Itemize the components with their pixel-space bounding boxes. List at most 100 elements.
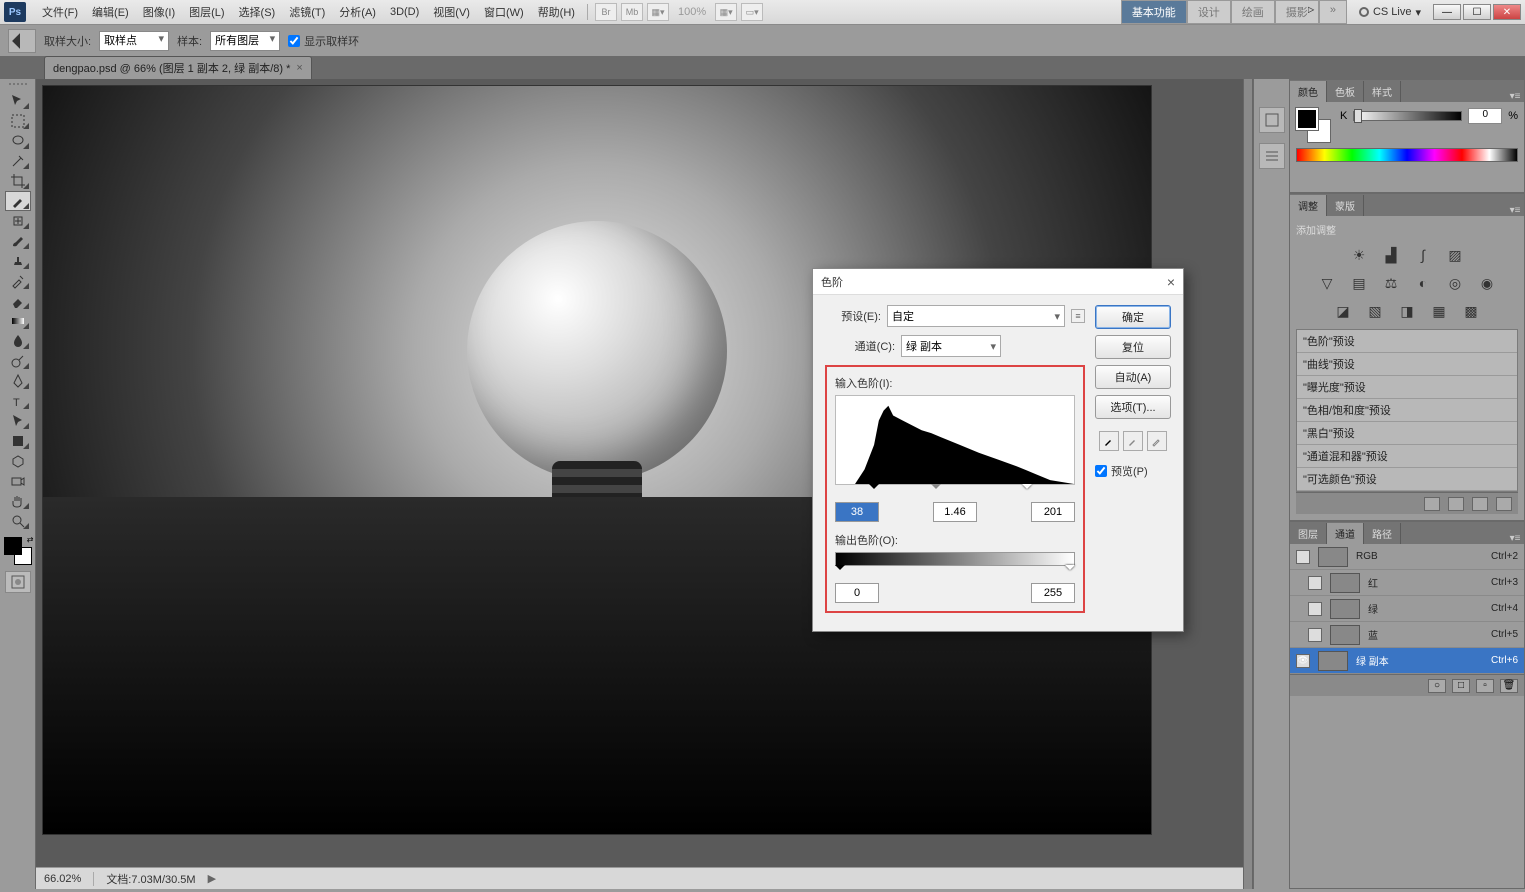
panel-menu-icon[interactable]: ▾≡ — [1506, 533, 1524, 544]
menu-image[interactable]: 图像(I) — [137, 2, 181, 22]
k-slider[interactable] — [1353, 111, 1462, 121]
photo-filter-icon[interactable]: ◎ — [1444, 273, 1466, 293]
3d-tool[interactable] — [5, 451, 31, 471]
document-tab[interactable]: dengpao.psd @ 66% (图层 1 副本 2, 绿 副本/8) * … — [44, 56, 312, 79]
channel-mixer-icon[interactable]: ◉ — [1476, 273, 1498, 293]
marquee-tool[interactable] — [5, 111, 31, 131]
close-tab-icon[interactable]: × — [296, 62, 302, 74]
menu-3d[interactable]: 3D(D) — [384, 4, 425, 20]
launch-bridge-button[interactable]: Br — [595, 3, 617, 21]
return-to-list-icon[interactable] — [1424, 497, 1440, 511]
sample-layers-select[interactable]: 所有图层 — [210, 31, 280, 51]
histogram[interactable] — [835, 395, 1075, 485]
menu-select[interactable]: 选择(S) — [233, 2, 282, 22]
k-value-input[interactable]: 0 — [1468, 108, 1502, 124]
menu-window[interactable]: 窗口(W) — [478, 2, 530, 22]
levels-icon[interactable]: ▟ — [1380, 245, 1402, 265]
channel-blue[interactable]: 蓝 Ctrl+5 — [1290, 622, 1524, 648]
zoom-tool[interactable] — [5, 511, 31, 531]
invert-icon[interactable]: ◪ — [1332, 301, 1354, 321]
brush-tool[interactable] — [5, 231, 31, 251]
output-white-slider[interactable] — [1065, 565, 1075, 575]
output-slider-track[interactable] — [835, 565, 1075, 579]
visibility-toggle[interactable] — [1308, 628, 1322, 642]
tool-preset-picker[interactable] — [8, 29, 36, 53]
threshold-icon[interactable]: ◨ — [1396, 301, 1418, 321]
delete-channel-icon[interactable]: 🗑 — [1500, 679, 1518, 693]
blur-tool[interactable] — [5, 331, 31, 351]
tab-swatches[interactable]: 色板 — [1327, 81, 1364, 102]
menu-layer[interactable]: 图层(L) — [183, 2, 230, 22]
history-brush-tool[interactable] — [5, 271, 31, 291]
reset-button[interactable]: 复位 — [1095, 335, 1171, 359]
auto-button[interactable]: 自动(A) — [1095, 365, 1171, 389]
status-menu-icon[interactable]: ▶ — [208, 872, 216, 885]
clone-stamp-tool[interactable] — [5, 251, 31, 271]
menu-edit[interactable]: 编辑(E) — [86, 2, 135, 22]
foreground-color[interactable] — [4, 537, 22, 555]
actions-panel-icon[interactable] — [1259, 143, 1285, 169]
trash-icon[interactable] — [1496, 497, 1512, 511]
output-black-value[interactable]: 0 — [835, 583, 879, 603]
status-docinfo[interactable]: 文档:7.03M/30.5M — [106, 871, 195, 887]
view-extras-button[interactable]: ▦▾ — [647, 3, 669, 21]
gray-eyedropper[interactable] — [1123, 431, 1143, 451]
expand-view-icon[interactable] — [1448, 497, 1464, 511]
vibrance-icon[interactable]: ▽ — [1316, 273, 1338, 293]
arrange-documents-button[interactable]: ▦▾ — [715, 3, 737, 21]
white-point-slider[interactable] — [1022, 484, 1032, 494]
menu-filter[interactable]: 滤镜(T) — [283, 2, 331, 22]
panel-menu-icon[interactable]: ▾≡ — [1506, 91, 1524, 102]
move-tool[interactable] — [5, 91, 31, 111]
black-eyedropper[interactable] — [1099, 431, 1119, 451]
preset-menu-icon[interactable]: ≡ — [1071, 309, 1085, 323]
visibility-toggle[interactable] — [1296, 550, 1310, 564]
preset-black-white[interactable]: ▷"黑白"预设 — [1297, 422, 1517, 445]
input-white-value[interactable]: 201 — [1031, 502, 1075, 522]
clip-to-layer-icon[interactable] — [1472, 497, 1488, 511]
exposure-icon[interactable]: ▨ — [1444, 245, 1466, 265]
eraser-tool[interactable] — [5, 291, 31, 311]
visibility-toggle[interactable] — [1308, 602, 1322, 616]
minimize-button[interactable]: — — [1433, 4, 1461, 20]
color-swatch-pair[interactable] — [1296, 108, 1330, 142]
channel-green-copy[interactable]: 👁 绿 副本 Ctrl+6 — [1290, 648, 1524, 674]
channel-green[interactable]: 绿 Ctrl+4 — [1290, 596, 1524, 622]
output-black-slider[interactable] — [835, 565, 845, 575]
workspace-essentials[interactable]: 基本功能 — [1121, 0, 1187, 24]
color-ramp[interactable] — [1296, 148, 1518, 162]
maximize-button[interactable]: ☐ — [1463, 4, 1491, 20]
hue-saturation-icon[interactable]: ▤ — [1348, 273, 1370, 293]
dialog-titlebar[interactable]: 色阶 × — [813, 269, 1183, 295]
cs-live-button[interactable]: CS Live ▾ — [1359, 6, 1421, 19]
slider-thumb[interactable] — [1354, 109, 1362, 123]
eyedropper-tool[interactable] — [5, 191, 31, 211]
show-ring-input[interactable] — [288, 35, 300, 47]
hand-tool[interactable] — [5, 491, 31, 511]
preset-select[interactable]: 自定 — [887, 305, 1065, 327]
lasso-tool[interactable] — [5, 131, 31, 151]
preset-selective-color[interactable]: ▷"可选颜色"预设 — [1297, 468, 1517, 491]
input-slider-track[interactable] — [835, 484, 1075, 498]
menu-help[interactable]: 帮助(H) — [532, 2, 581, 22]
tab-adjustments[interactable]: 调整 — [1290, 195, 1327, 216]
workspace-more[interactable]: » — [1319, 0, 1347, 24]
dialog-close-icon[interactable]: × — [1167, 274, 1175, 290]
preset-levels[interactable]: ▷"色阶"预设 — [1297, 330, 1517, 353]
history-panel-icon[interactable] — [1259, 107, 1285, 133]
tab-styles[interactable]: 样式 — [1364, 81, 1401, 102]
workspace-painting[interactable]: 绘画 — [1231, 0, 1275, 24]
channel-red[interactable]: 红 Ctrl+3 — [1290, 570, 1524, 596]
gradient-tool[interactable] — [5, 311, 31, 331]
channel-select[interactable]: 绿 副本 — [901, 335, 1001, 357]
tab-paths[interactable]: 路径 — [1364, 523, 1401, 544]
input-black-value[interactable]: 38 — [835, 502, 879, 522]
launch-minibridge-button[interactable]: Mb — [621, 3, 643, 21]
menu-view[interactable]: 视图(V) — [427, 2, 476, 22]
sample-size-select[interactable]: 取样点 — [99, 31, 169, 51]
workspace-design[interactable]: 设计 — [1187, 0, 1231, 24]
panel-menu-icon[interactable]: ▾≡ — [1506, 205, 1524, 216]
tab-masks[interactable]: 蒙版 — [1327, 195, 1364, 216]
black-point-slider[interactable] — [869, 484, 879, 494]
visibility-toggle[interactable] — [1308, 576, 1322, 590]
